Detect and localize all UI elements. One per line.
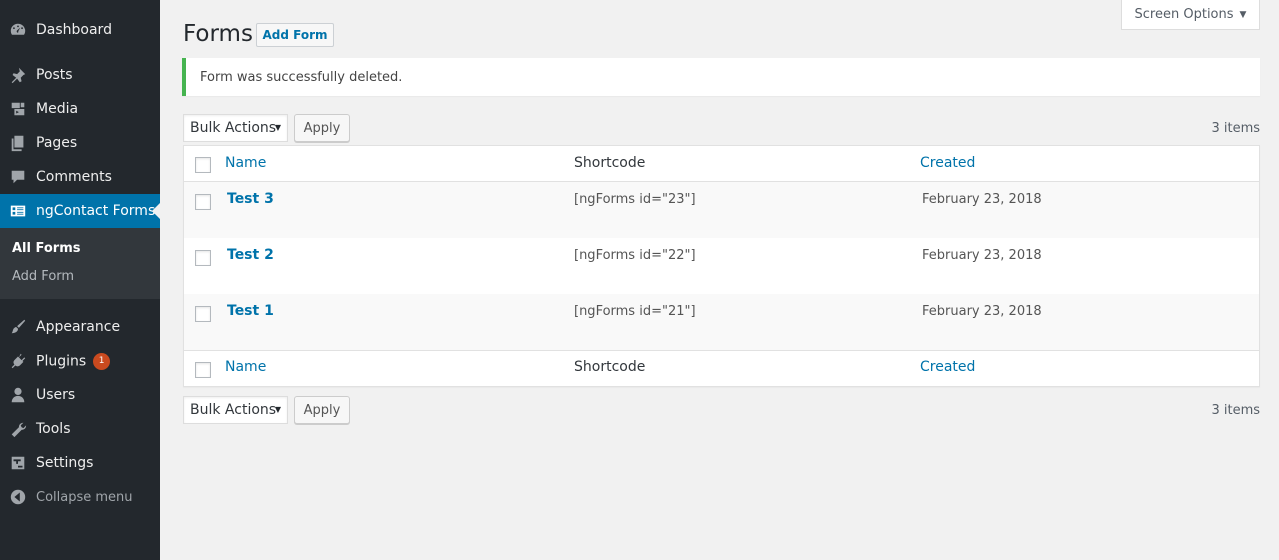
chevron-down-icon: ▼ — [1239, 9, 1247, 20]
bulk-actions-label: Bulk Actions — [190, 402, 277, 418]
collapse-menu-label: Collapse menu — [36, 489, 133, 505]
table-header: Name Shortcode Created — [184, 146, 1259, 182]
dropdown-caret-icon: ▼ — [274, 405, 281, 414]
form-name-link[interactable]: Test 3 — [227, 191, 274, 207]
add-form-button[interactable]: Add Form — [256, 23, 334, 47]
sidebar-item-comments[interactable]: Comments — [0, 160, 160, 194]
table-row: Test 2 [ngForms id="22"] February 23, 20… — [184, 238, 1259, 294]
sidebar-item-label: Pages — [36, 135, 78, 151]
dropdown-caret-icon: ▼ — [274, 123, 281, 132]
column-footer-shortcode: Shortcode — [574, 359, 646, 375]
sidebar-item-label: Posts — [36, 67, 73, 83]
bulk-actions-select-bottom[interactable]: Bulk Actions ▼ — [183, 396, 288, 424]
media-icon — [0, 100, 36, 118]
table-row: Test 3 [ngForms id="23"] February 23, 20… — [184, 182, 1259, 238]
column-header-name[interactable]: Name — [225, 155, 266, 171]
bulk-actions-label: Bulk Actions — [190, 120, 277, 136]
forms-table: Name Shortcode Created Test 3 [ngForms i… — [183, 145, 1260, 387]
column-header-shortcode: Shortcode — [574, 155, 646, 171]
sidebar-item-label: ngContact Forms — [36, 203, 156, 219]
sidebar-item-label: Users — [36, 387, 76, 403]
sidebar-item-label: Tools — [36, 421, 71, 437]
settings-icon — [0, 454, 36, 472]
table-footer: Name Shortcode Created — [184, 350, 1259, 386]
dashboard-icon — [0, 21, 36, 39]
sidebar-item-label: Dashboard — [36, 22, 112, 38]
screen-options-label: Screen Options — [1134, 7, 1234, 22]
sidebar-item-users[interactable]: Users — [0, 378, 160, 412]
sidebar-item-label: Settings — [36, 455, 94, 471]
admin-sidebar: Dashboard Posts Media Pages Comments ngC… — [0, 0, 160, 560]
collapse-menu-button[interactable]: Collapse menu — [0, 485, 160, 509]
shortcode-cell: [ngForms id="23"] — [574, 192, 696, 207]
table-row: Test 1 [ngForms id="21"] February 23, 20… — [184, 294, 1259, 350]
row-checkbox[interactable] — [195, 194, 211, 210]
sidebar-item-appearance[interactable]: Appearance — [0, 310, 160, 344]
bulk-actions-select-top[interactable]: Bulk Actions ▼ — [183, 114, 288, 142]
sidebar-item-plugins[interactable]: Plugins 1 — [0, 344, 160, 378]
pages-icon — [0, 134, 36, 152]
screen-options-button[interactable]: Screen Options ▼ — [1121, 0, 1260, 30]
form-icon — [0, 202, 36, 220]
column-header-created[interactable]: Created — [920, 155, 975, 171]
items-count-top: 3 items — [1211, 121, 1260, 136]
select-all-checkbox-bottom[interactable] — [195, 362, 211, 378]
paintbrush-icon — [0, 318, 36, 336]
sidebar-item-label: Appearance — [36, 319, 121, 335]
form-name-link[interactable]: Test 1 — [227, 303, 274, 319]
items-count-bottom: 3 items — [1211, 403, 1260, 418]
sidebar-item-dashboard[interactable]: Dashboard — [0, 13, 160, 47]
sidebar-item-tools[interactable]: Tools — [0, 412, 160, 446]
sidebar-item-pages[interactable]: Pages — [0, 126, 160, 160]
wrench-icon — [0, 420, 36, 438]
apply-button-bottom[interactable]: Apply — [294, 396, 350, 424]
submenu-item-add-form[interactable]: Add Form — [12, 269, 74, 284]
sidebar-item-posts[interactable]: Posts — [0, 58, 160, 92]
created-cell: February 23, 2018 — [922, 192, 1042, 207]
page-title: Forms — [183, 21, 253, 47]
row-checkbox[interactable] — [195, 250, 211, 266]
created-cell: February 23, 2018 — [922, 304, 1042, 319]
comment-icon — [0, 168, 36, 186]
sidebar-item-media[interactable]: Media — [0, 92, 160, 126]
apply-button-top[interactable]: Apply — [294, 114, 350, 142]
update-count-badge: 1 — [93, 352, 111, 370]
pin-icon — [0, 66, 36, 84]
shortcode-cell: [ngForms id="21"] — [574, 304, 696, 319]
sidebar-item-label: Media — [36, 101, 79, 117]
shortcode-cell: [ngForms id="22"] — [574, 248, 696, 263]
success-notice: Form was successfully deleted. — [182, 58, 1260, 96]
sidebar-item-label: Plugins 1 — [36, 352, 111, 370]
sidebar-item-ngcontact-forms[interactable]: ngContact Forms — [0, 194, 160, 228]
form-name-link[interactable]: Test 2 — [227, 247, 274, 263]
plugin-icon — [0, 352, 36, 370]
sidebar-item-settings[interactable]: Settings — [0, 446, 160, 480]
submenu: All Forms Add Form — [0, 228, 160, 299]
row-checkbox[interactable] — [195, 306, 211, 322]
sidebar-item-label: Comments — [36, 169, 112, 185]
column-footer-created[interactable]: Created — [920, 359, 975, 375]
created-cell: February 23, 2018 — [922, 248, 1042, 263]
notice-text: Form was successfully deleted. — [200, 69, 403, 85]
collapse-arrow-icon — [0, 488, 36, 506]
submenu-item-all-forms[interactable]: All Forms — [12, 241, 80, 256]
column-footer-name[interactable]: Name — [225, 359, 266, 375]
select-all-checkbox[interactable] — [195, 157, 211, 173]
user-icon — [0, 386, 36, 404]
